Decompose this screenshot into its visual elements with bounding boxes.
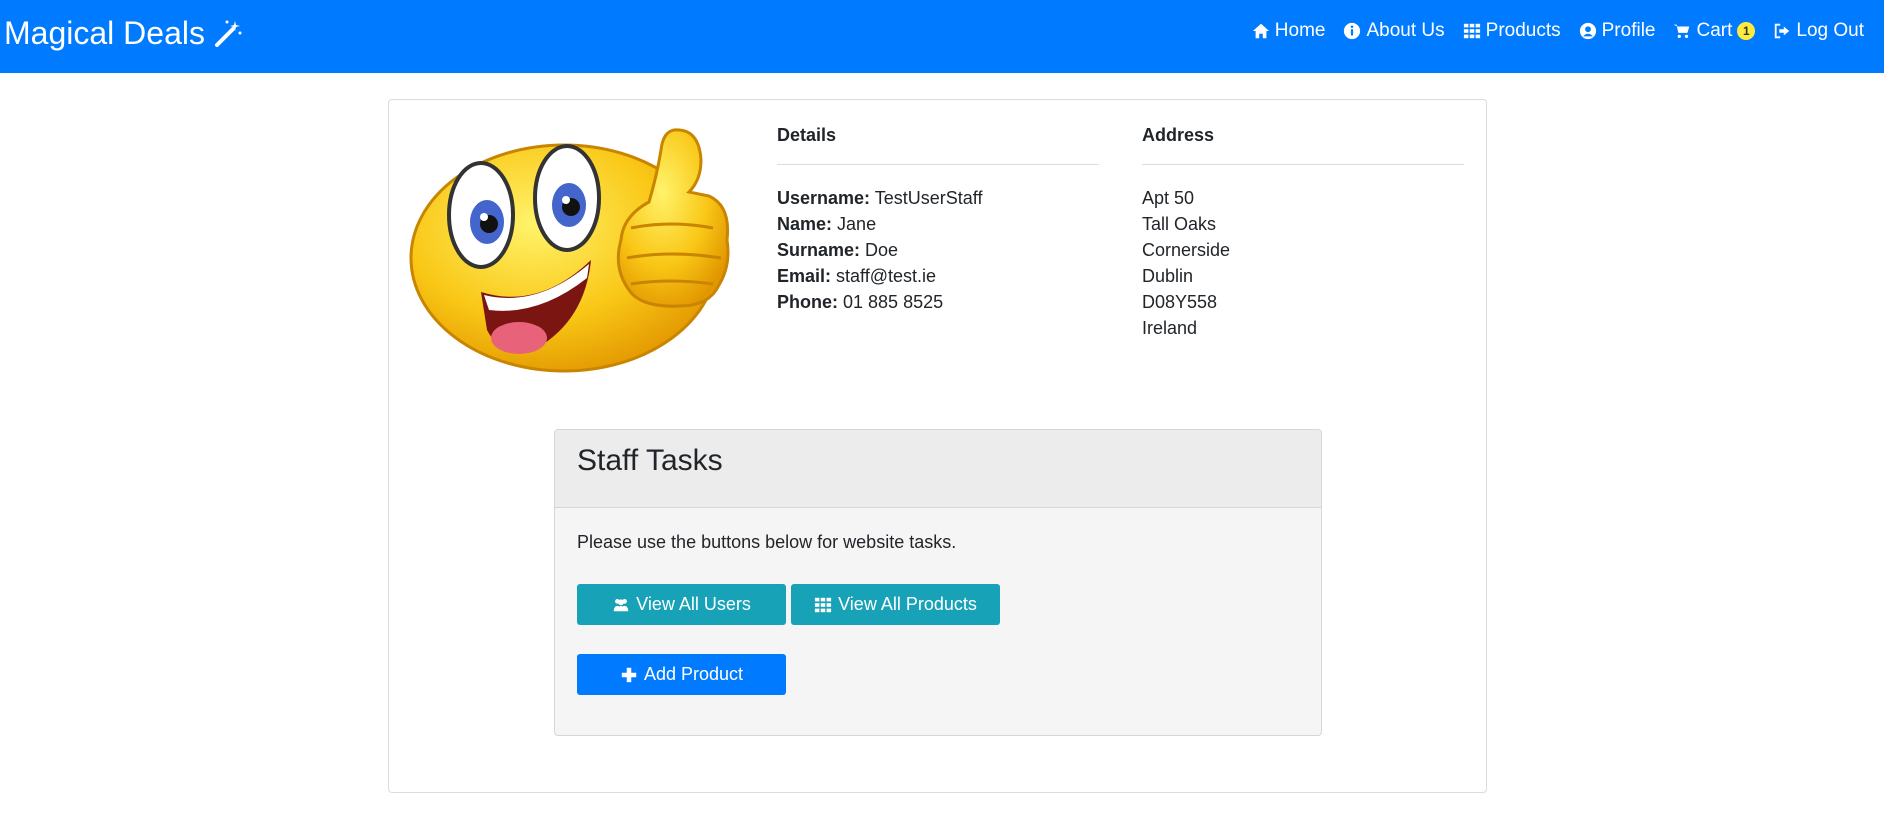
phone-value: 01 885 8525 <box>843 292 944 312</box>
username-label: Username: <box>777 188 871 208</box>
view-all-users-label: View All Users <box>636 594 751 614</box>
profile-card: Details Username: TestUserStaff Name: Ja… <box>388 99 1487 793</box>
surname-value: Doe <box>865 240 899 260</box>
address-divider <box>1142 164 1464 165</box>
email-row: Email: staff@test.ie <box>777 263 1099 289</box>
address-line: Apt 50 <box>1142 188 1195 208</box>
staff-tasks-panel: Staff Tasks Please use the buttons below… <box>554 429 1322 736</box>
nav-logout-label: Log Out <box>1796 20 1864 41</box>
nav-cart-label: Cart <box>1696 20 1733 41</box>
add-product-button[interactable]: Add Product <box>577 654 786 695</box>
address-line: Dublin <box>1142 266 1194 286</box>
user-circle-icon <box>1579 22 1596 40</box>
address-line: Ireland <box>1142 318 1198 338</box>
details-divider <box>777 164 1099 165</box>
nav-profile-label: Profile <box>1601 20 1656 41</box>
view-all-users-button[interactable]: View All Users <box>577 584 786 625</box>
details-heading: Details <box>777 125 837 145</box>
phone-row: Phone: 01 885 8525 <box>777 289 1099 315</box>
address-column: Address Apt 50 Tall Oaks Cornerside Dubl… <box>1142 122 1464 341</box>
surname-row: Surname: Doe <box>777 237 1099 263</box>
magic-wand-icon <box>214 20 242 47</box>
nav-logout[interactable]: Log Out <box>1773 20 1864 42</box>
view-all-products-label: View All Products <box>838 594 977 614</box>
nav-menu: Home About Us Products Profile Cart 1 Lo… <box>1252 20 1864 42</box>
name-value: Jane <box>837 214 877 234</box>
top-navbar: Magical Deals Home About Us Products Pro… <box>0 0 1884 73</box>
username-value: TestUserStaff <box>874 188 983 208</box>
nav-home[interactable]: Home <box>1252 20 1326 42</box>
nav-about-label: About Us <box>1366 20 1445 41</box>
surname-label: Surname: <box>777 240 861 260</box>
users-icon <box>613 598 629 611</box>
plus-icon <box>621 667 637 682</box>
staff-tasks-description: Please use the buttons below for website… <box>577 532 957 552</box>
view-all-products-button[interactable]: View All Products <box>791 584 1000 625</box>
nav-profile[interactable]: Profile <box>1579 20 1656 42</box>
cart-count-badge: 1 <box>1737 22 1756 40</box>
brand-title: Magical Deals <box>4 15 205 51</box>
nav-home-label: Home <box>1274 20 1326 41</box>
name-row: Name: Jane <box>777 211 1099 237</box>
username-row: Username: TestUserStaff <box>777 185 1099 211</box>
details-column: Details Username: TestUserStaff Name: Ja… <box>777 122 1099 315</box>
email-label: Email: <box>777 266 832 286</box>
phone-label: Phone: <box>777 292 838 312</box>
address-line: D08Y558 <box>1142 292 1218 312</box>
grid-icon <box>1463 23 1480 39</box>
staff-tasks-title: Staff Tasks <box>555 430 1321 508</box>
email-value: staff@test.ie <box>836 266 937 286</box>
nav-products-label: Products <box>1485 20 1561 41</box>
logout-icon <box>1775 23 1790 39</box>
brand-link[interactable]: Magical Deals <box>4 15 243 52</box>
info-icon <box>1344 22 1361 40</box>
nav-about[interactable]: About Us <box>1343 20 1445 42</box>
grid-icon <box>815 597 832 612</box>
add-product-label: Add Product <box>643 664 744 684</box>
address-line: Cornerside <box>1142 240 1231 260</box>
name-label: Name: <box>777 214 833 234</box>
nav-products[interactable]: Products <box>1463 20 1561 42</box>
thumbs-up-emoji-avatar <box>409 128 730 373</box>
address-heading: Address <box>1142 125 1215 145</box>
cart-icon <box>1674 24 1690 39</box>
nav-cart[interactable]: Cart 1 <box>1673 20 1756 42</box>
address-line: Tall Oaks <box>1142 214 1217 234</box>
home-icon <box>1252 23 1269 39</box>
